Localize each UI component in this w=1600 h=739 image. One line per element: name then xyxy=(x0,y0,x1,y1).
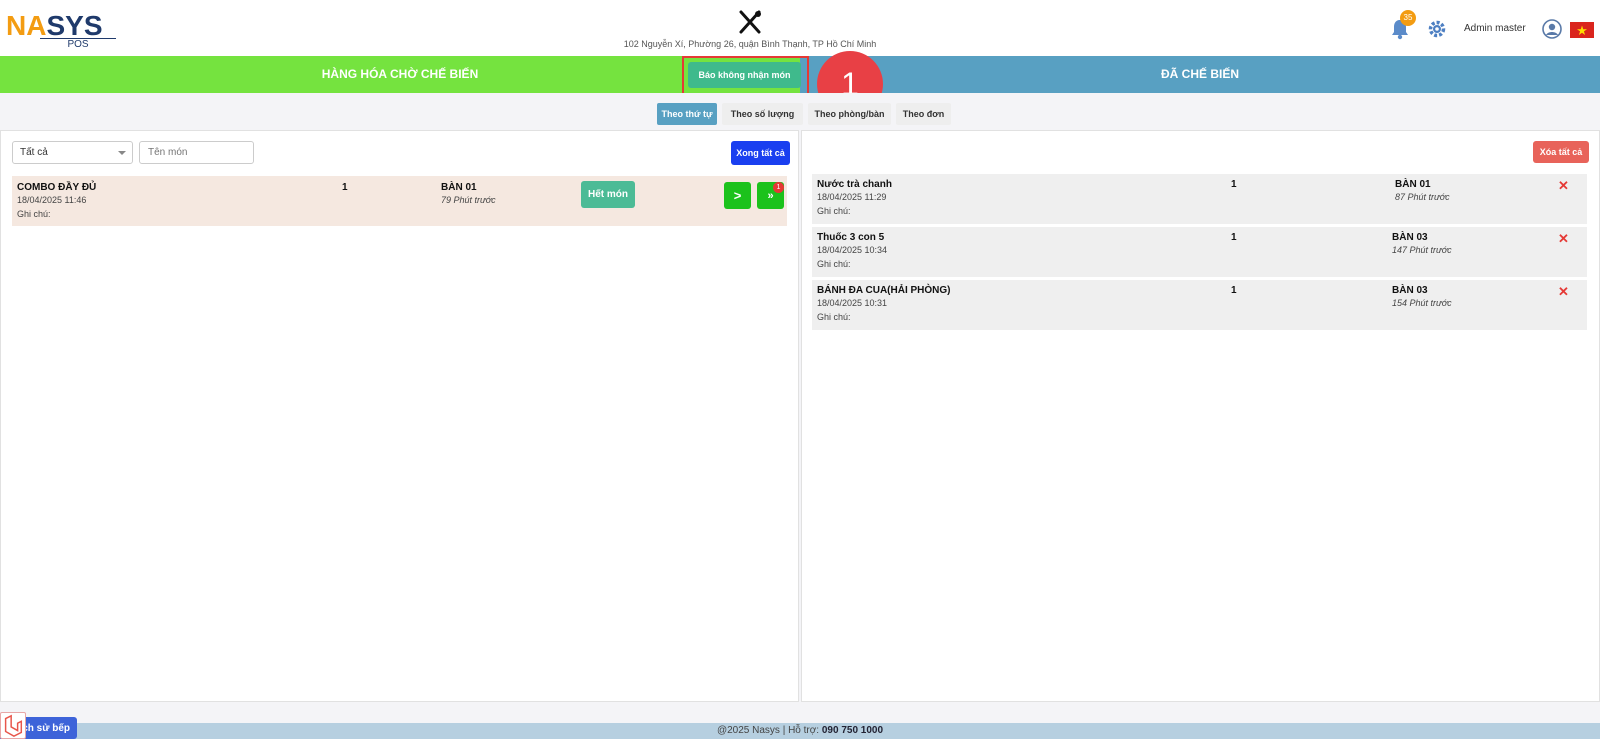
logo[interactable]: NASYS POS xyxy=(6,10,116,50)
clear-all-button[interactable]: Xóa tất cả xyxy=(1533,141,1589,163)
item-time: 18/04/2025 10:31 xyxy=(817,298,888,308)
tab-by-bill[interactable]: Theo đơn xyxy=(896,103,951,125)
tab-done[interactable]: ĐÃ CHẾ BIẾN xyxy=(800,56,1600,93)
done-item: BÁNH ĐA CUA(HẢI PHÒNG) 18/04/2025 10:31 … xyxy=(812,280,1587,330)
logo-s: S xyxy=(46,10,66,41)
done-panel: Xóa tất cả Nước trà chanh 18/04/2025 11:… xyxy=(801,130,1600,702)
item-name: Thuốc 3 con 5 xyxy=(817,232,885,243)
out-of-stock-button[interactable]: Hết món xyxy=(581,181,635,208)
item-elapsed: 147 Phút trước xyxy=(1392,245,1452,255)
waiting-label: HÀNG HÓA CHỜ CHẾ BIẾN xyxy=(321,67,479,81)
store-address: 102 Nguyễn Xí, Phường 26, quận Bình Thạn… xyxy=(623,39,877,49)
footer: @2025 Nasys | Hỗ trợ: 090 750 1000 xyxy=(0,723,1600,739)
advance-button[interactable]: > xyxy=(724,182,751,209)
pending-item: COMBO ĐẦY ĐỦ 18/04/2025 11:46 Ghi chú: 1… xyxy=(12,176,787,226)
reject-highlight: Báo không nhận món xyxy=(682,56,809,96)
done-label: ĐÃ CHẾ BIẾN xyxy=(1160,67,1239,81)
remove-icon[interactable]: ✕ xyxy=(1558,284,1569,300)
footer-copyright: @2025 Nasys | Hỗ trợ: xyxy=(716,725,822,736)
pending-panel: Tất cả Xong tất cả COMBO ĐẦY ĐỦ 18/04/20… xyxy=(0,130,799,702)
item-note: Ghi chú: xyxy=(817,206,851,216)
chevron-down-icon xyxy=(118,151,126,155)
gear-icon[interactable] xyxy=(1427,19,1447,39)
dish-search-input[interactable] xyxy=(139,141,254,164)
utensils-icon xyxy=(739,10,761,34)
user-avatar-icon[interactable] xyxy=(1542,19,1562,39)
notification-badge: 35 xyxy=(1400,10,1416,26)
item-elapsed: 154 Phút trước xyxy=(1392,298,1452,308)
item-quantity: 1 xyxy=(1231,232,1237,243)
item-note: Ghi chú: xyxy=(17,209,51,219)
laravel-icon[interactable] xyxy=(0,712,26,739)
category-select-value: Tất cả xyxy=(20,147,48,158)
logo-ys: YS xyxy=(65,10,103,41)
item-table: BÀN 01 xyxy=(441,182,477,193)
status-bar: HÀNG HÓA CHỜ CHẾ BIẾN ĐÃ CHẾ BIẾN Báo kh… xyxy=(0,56,1600,96)
item-name: BÁNH ĐA CUA(HẢI PHÒNG) xyxy=(817,285,951,296)
done-item: Nước trà chanh 18/04/2025 11:29 Ghi chú:… xyxy=(812,174,1587,224)
item-quantity: 1 xyxy=(1231,285,1237,296)
item-note: Ghi chú: xyxy=(817,312,851,322)
reject-order-button[interactable]: Báo không nhận món xyxy=(688,62,801,88)
vietnam-flag-icon[interactable] xyxy=(1570,22,1594,38)
item-time: 18/04/2025 11:46 xyxy=(17,195,87,205)
done-all-button[interactable]: Xong tất cả xyxy=(731,141,790,165)
item-note: Ghi chú: xyxy=(817,259,851,269)
remove-icon[interactable]: ✕ xyxy=(1558,231,1569,247)
item-time: 18/04/2025 11:29 xyxy=(817,192,887,202)
header: NASYS POS 102 Nguyễn Xí, Phường 26, quận… xyxy=(0,0,1600,56)
item-time: 18/04/2025 10:34 xyxy=(817,245,888,255)
restaurant-brand: 102 Nguyễn Xí, Phường 26, quận Bình Thạn… xyxy=(600,8,900,49)
footer-hotline[interactable]: 090 750 1000 xyxy=(822,725,883,736)
tab-waiting[interactable]: HÀNG HÓA CHỜ CHẾ BIẾN xyxy=(0,56,800,93)
admin-name[interactable]: Admin master xyxy=(1464,23,1526,34)
item-table: BÀN 01 xyxy=(1395,179,1431,190)
item-quantity: 1 xyxy=(1231,179,1237,190)
category-select[interactable]: Tất cả xyxy=(12,141,133,164)
item-table: BÀN 03 xyxy=(1392,285,1428,296)
logo-pos: POS xyxy=(67,39,89,50)
remove-icon[interactable]: ✕ xyxy=(1558,178,1569,194)
logo-na: NA xyxy=(6,10,47,41)
tab-by-quantity[interactable]: Theo số lượng xyxy=(722,103,803,125)
item-table: BÀN 03 xyxy=(1392,232,1428,243)
tab-by-table[interactable]: Theo phòng/bàn xyxy=(808,103,891,125)
quantity-badge: 1 xyxy=(773,182,784,193)
item-name: Nước trà chanh xyxy=(817,179,892,190)
item-elapsed: 87 Phút trước xyxy=(1395,192,1450,202)
done-item: Thuốc 3 con 5 18/04/2025 10:34 Ghi chú: … xyxy=(812,227,1587,277)
item-quantity: 1 xyxy=(342,182,348,193)
item-name: COMBO ĐẦY ĐỦ xyxy=(17,182,97,193)
item-elapsed: 79 Phút trước xyxy=(441,195,496,205)
tab-by-order[interactable]: Theo thứ tự xyxy=(657,103,717,125)
